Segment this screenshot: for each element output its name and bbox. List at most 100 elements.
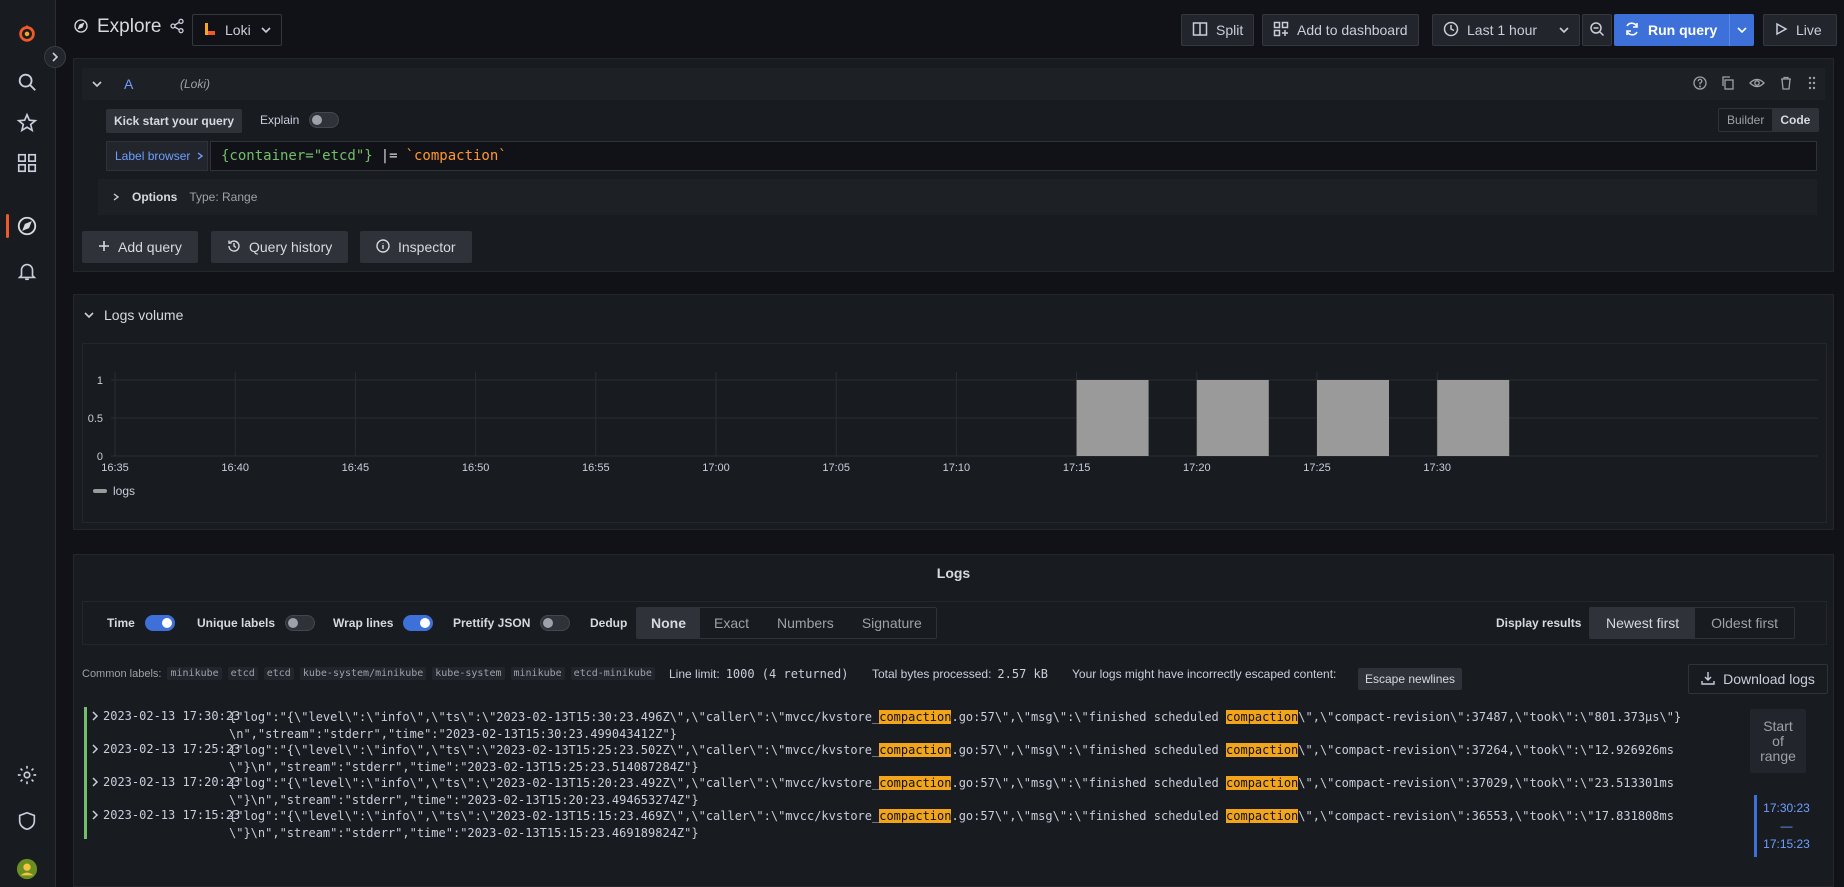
escape-newlines-button[interactable]: Escape newlines: [1358, 668, 1463, 690]
x-tick-label: 17:20: [1183, 462, 1211, 474]
inspector-button[interactable]: Inspector: [360, 231, 472, 263]
trash-icon[interactable]: [1779, 76, 1793, 93]
search-icon[interactable]: [14, 69, 40, 95]
dedup-segmented: None Exact Numbers Signature: [636, 607, 937, 639]
wrap-lines-switch[interactable]: [403, 615, 434, 631]
split-button[interactable]: Split: [1181, 14, 1255, 46]
dashboards-icon[interactable]: [14, 150, 40, 176]
loki-logo-icon: [203, 21, 217, 40]
chevron-right-icon[interactable]: [91, 809, 99, 823]
datasource-picker[interactable]: Loki: [192, 14, 282, 46]
help-icon[interactable]: [1693, 75, 1707, 93]
prettify-json-switch[interactable]: [540, 615, 571, 631]
log-range-navigation[interactable]: 17:30:23 — 17:15:23: [1754, 795, 1816, 857]
log-row[interactable]: 2023-02-13 17:20:23 {"log":"{\"level\":\"…: [84, 773, 1684, 807]
alerting-bell-icon[interactable]: [14, 258, 40, 284]
log-row[interactable]: 2023-02-13 17:25:23 {"log":"{\"level\":\"…: [84, 740, 1684, 774]
search-highlight: compaction: [879, 743, 952, 757]
dedup-numbers[interactable]: Numbers: [763, 608, 848, 638]
chevron-right-icon: [196, 149, 204, 163]
dedup-exact[interactable]: Exact: [700, 608, 763, 638]
label-browser-button[interactable]: Label browser: [106, 141, 208, 171]
shield-icon[interactable]: [14, 808, 40, 834]
prettify-json-toggle[interactable]: Prettify JSON: [453, 615, 571, 631]
expand-sidebar-button[interactable]: [44, 46, 66, 68]
grafana-logo-icon[interactable]: [14, 20, 40, 46]
logs-volume-header[interactable]: Logs volume: [84, 307, 183, 323]
log-row[interactable]: 2023-02-13 17:15:23 {"log":"{\"level\":\"…: [84, 806, 1684, 840]
unique-labels-switch[interactable]: [285, 615, 316, 631]
share-icon[interactable]: [169, 18, 185, 37]
star-icon[interactable]: [14, 110, 40, 136]
chart-legend[interactable]: logs: [93, 484, 135, 498]
live-button[interactable]: Live: [1763, 14, 1837, 46]
log-row[interactable]: 2023-02-13 17:30:23 {"log":"{\"level\":\"…: [84, 707, 1684, 741]
code-mode-button[interactable]: Code: [1772, 109, 1819, 131]
chevron-right-icon[interactable]: [91, 776, 99, 790]
line-limit-meta: Line limit: 1000 (4 returned): [669, 667, 849, 681]
explore-compass-icon[interactable]: [14, 213, 40, 239]
newest-first-button[interactable]: Newest first: [1590, 608, 1696, 638]
refresh-icon: [1624, 21, 1640, 40]
eye-icon[interactable]: [1749, 76, 1765, 93]
explain-switch[interactable]: [309, 112, 340, 128]
query-filter: `compaction`: [405, 148, 507, 164]
x-tick-label: 17:10: [943, 462, 971, 474]
explain-toggle[interactable]: Explain: [260, 112, 340, 128]
kick-start-button[interactable]: Kick start your query: [106, 109, 243, 133]
zoom-out-icon: [1589, 21, 1605, 40]
builder-mode-button[interactable]: Builder: [1719, 109, 1772, 131]
add-to-dashboard-label: Add to dashboard: [1297, 22, 1408, 38]
copy-icon[interactable]: [1721, 75, 1735, 93]
log-line: {"log":"{\"level\":\"info\",\"ts\":\"202…: [229, 742, 1689, 776]
unique-labels-toggle[interactable]: Unique labels: [197, 615, 316, 631]
oldest-first-button[interactable]: Oldest first: [1695, 608, 1794, 638]
clock-icon: [1443, 21, 1459, 40]
download-logs-label: Download logs: [1723, 671, 1815, 687]
add-query-button[interactable]: Add query: [82, 231, 198, 263]
query-row-header: A (Loki): [82, 68, 1825, 100]
start-of-range-button[interactable]: Start of range: [1750, 709, 1806, 773]
query-code-input[interactable]: {container="etcd"} |= `compaction`: [210, 141, 1817, 171]
query-letter[interactable]: A: [124, 76, 133, 92]
sort-order-segmented: Newest first Oldest first: [1589, 607, 1796, 639]
download-logs-button[interactable]: Download logs: [1688, 664, 1828, 694]
range-top-time: 17:30:23: [1763, 801, 1810, 815]
logs-options-bar: Time Unique labels Wrap lines Prettify J…: [82, 601, 1827, 645]
query-history-button[interactable]: Query history: [211, 231, 349, 263]
chevron-down-icon[interactable]: [92, 76, 102, 92]
prettify-json-label: Prettify JSON: [453, 616, 531, 630]
dedup-none[interactable]: None: [637, 608, 700, 638]
range-label-line: Start: [1763, 717, 1793, 734]
drag-handle-icon[interactable]: [1807, 76, 1817, 93]
log-timestamp: 2023-02-13 17:25:23: [103, 742, 241, 756]
search-highlight: compaction: [1226, 743, 1299, 757]
add-to-dashboard-button[interactable]: Add to dashboard: [1262, 14, 1419, 46]
run-query-button[interactable]: Run query: [1614, 14, 1754, 46]
time-toggle[interactable]: Time: [107, 615, 175, 631]
unique-labels-label: Unique labels: [197, 616, 276, 630]
logs-title: Logs: [936, 565, 971, 581]
x-tick-label: 17:00: [702, 462, 730, 474]
dedup-signature[interactable]: Signature: [848, 608, 936, 638]
x-tick-label: 16:35: [101, 462, 129, 474]
chevron-down-icon: [84, 307, 94, 323]
common-label-chip: etcd-minikube: [570, 667, 655, 680]
query-options-row[interactable]: Options Type: Range: [98, 179, 1817, 215]
time-range-picker[interactable]: Last 1 hour: [1432, 14, 1580, 46]
common-labels: Common labels: minikube etcd etcd kube-s…: [82, 667, 655, 680]
sidebar: [0, 0, 56, 887]
dedup-label: Dedup: [590, 616, 628, 630]
zoom-out-button[interactable]: [1582, 14, 1612, 46]
avatar[interactable]: [14, 856, 40, 882]
x-tick-label: 17:30: [1423, 462, 1451, 474]
log-text: {"log":"{\"level\":\"info\",\"ts\":\"202…: [229, 809, 880, 823]
active-indicator: [6, 214, 9, 238]
wrap-lines-toggle[interactable]: Wrap lines: [333, 615, 434, 631]
chevron-right-icon[interactable]: [91, 743, 99, 757]
run-query-options-button[interactable]: [1730, 25, 1754, 35]
gear-icon[interactable]: [14, 762, 40, 788]
time-switch[interactable]: [144, 615, 175, 631]
volume-bar: [1196, 380, 1269, 456]
chevron-right-icon[interactable]: [91, 710, 99, 724]
